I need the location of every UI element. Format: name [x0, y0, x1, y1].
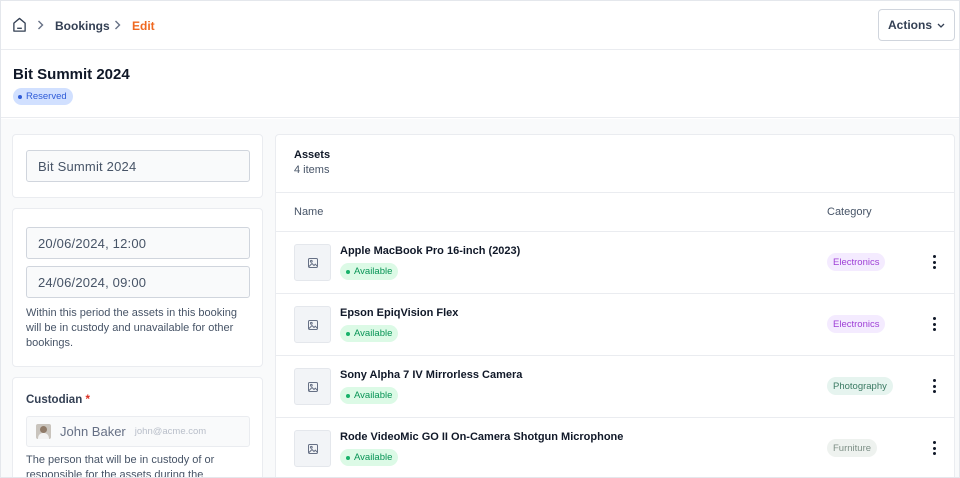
availability-badge: Available	[340, 387, 399, 404]
booking-dates-card: 20/06/2024, 12:00 24/06/2024, 09:00 With…	[12, 208, 263, 367]
custodian-select[interactable]: John Baker john@acme.com	[26, 416, 250, 447]
start-date-input[interactable]: 20/06/2024, 12:00	[26, 227, 250, 259]
booking-name-card: Bit Summit 2024	[12, 134, 263, 198]
asset-name[interactable]: Epson EpiqVision Flex	[340, 307, 458, 319]
booking-name-input[interactable]: Bit Summit 2024	[26, 150, 250, 182]
custodian-label-text: Custodian	[26, 394, 83, 406]
custodian-label: Custodian *	[26, 394, 90, 406]
image-icon	[307, 443, 319, 455]
dates-help-text: Within this period the assets in this bo…	[26, 307, 237, 349]
custodian-email: john@acme.com	[134, 426, 207, 437]
table-header: Name Category	[276, 192, 954, 232]
availability-badge: Available	[340, 263, 399, 280]
more-options-icon[interactable]	[928, 376, 940, 396]
status-badge-label: Reserved	[26, 91, 67, 102]
image-icon	[307, 319, 319, 331]
more-options-icon[interactable]	[928, 252, 940, 272]
status-dot	[346, 455, 350, 460]
chevron-right-icon	[115, 20, 121, 30]
actions-label: Actions	[887, 18, 932, 32]
more-options-icon[interactable]	[928, 314, 940, 334]
assets-count: 4 items	[294, 164, 330, 176]
end-date-input[interactable]: 24/06/2024, 09:00	[26, 266, 250, 298]
custodian-name: John Baker	[60, 424, 126, 439]
status-dot	[346, 269, 350, 274]
asset-thumbnail	[294, 430, 331, 467]
more-options-icon[interactable]	[928, 438, 940, 458]
avatar	[36, 424, 51, 439]
chevron-right-icon	[38, 20, 44, 30]
table-row[interactable]: Sony Alpha 7 IV Mirrorless Camera Availab…	[276, 356, 954, 418]
table-row[interactable]: Epson EpiqVision Flex Available Electronic…	[276, 294, 954, 356]
page-title: Bit Summit 2024	[13, 66, 130, 83]
page-header: Bit Summit 2024 Reserved	[1, 50, 959, 118]
category-badge: Photography	[827, 377, 893, 395]
availability-label: Available	[354, 390, 393, 401]
custodian-help-text: The person that will be in custody of or…	[26, 454, 215, 478]
asset-thumbnail	[294, 306, 331, 343]
table-row[interactable]: Rode VideoMic GO II On-Camera Shotgun Mi…	[276, 418, 954, 477]
availability-label: Available	[354, 452, 393, 463]
image-icon	[307, 257, 319, 269]
status-dot	[346, 331, 350, 336]
breadcrumb-edit: Edit	[132, 18, 155, 33]
category-badge: Furniture	[827, 439, 878, 457]
assets-title: Assets	[294, 149, 331, 161]
top-bar: Bookings Edit Actions	[1, 1, 959, 50]
required-mark: *	[85, 394, 90, 406]
asset-thumbnail	[294, 244, 331, 281]
home-icon[interactable]	[12, 17, 27, 33]
asset-name[interactable]: Rode VideoMic GO II On-Camera Shotgun Mi…	[340, 431, 623, 443]
custodian-card: Custodian * John Baker john@acme.com The…	[12, 377, 263, 478]
column-header-name: Name	[294, 206, 324, 218]
category-badge: Electronics	[827, 315, 886, 333]
breadcrumb-bookings[interactable]: Bookings	[55, 1, 110, 50]
actions-button[interactable]: Actions	[878, 9, 955, 41]
availability-label: Available	[354, 266, 393, 277]
availability-label: Available	[354, 328, 393, 339]
asset-name[interactable]: Sony Alpha 7 IV Mirrorless Camera	[340, 369, 522, 381]
status-badge: Reserved	[13, 88, 73, 105]
availability-badge: Available	[340, 449, 399, 466]
category-badge: Electronics	[827, 253, 886, 271]
status-dot	[346, 393, 350, 398]
availability-badge: Available	[340, 325, 399, 342]
status-dot	[18, 94, 22, 99]
chevron-down-icon	[937, 23, 945, 28]
asset-name[interactable]: Apple MacBook Pro 16-inch (2023)	[340, 245, 520, 257]
column-header-category: Category	[827, 206, 872, 218]
app-frame: Bookings Edit Actions Bit Summit 2024 Re…	[0, 0, 960, 478]
asset-thumbnail	[294, 368, 331, 405]
table-row[interactable]: Apple MacBook Pro 16-inch (2023) Availabl…	[276, 232, 954, 294]
assets-panel: Assets 4 items Name Category Apple MacBo…	[275, 134, 955, 477]
main-content: Bit Summit 2024 20/06/2024, 12:00 24/06/…	[1, 119, 959, 478]
image-icon	[307, 381, 319, 393]
